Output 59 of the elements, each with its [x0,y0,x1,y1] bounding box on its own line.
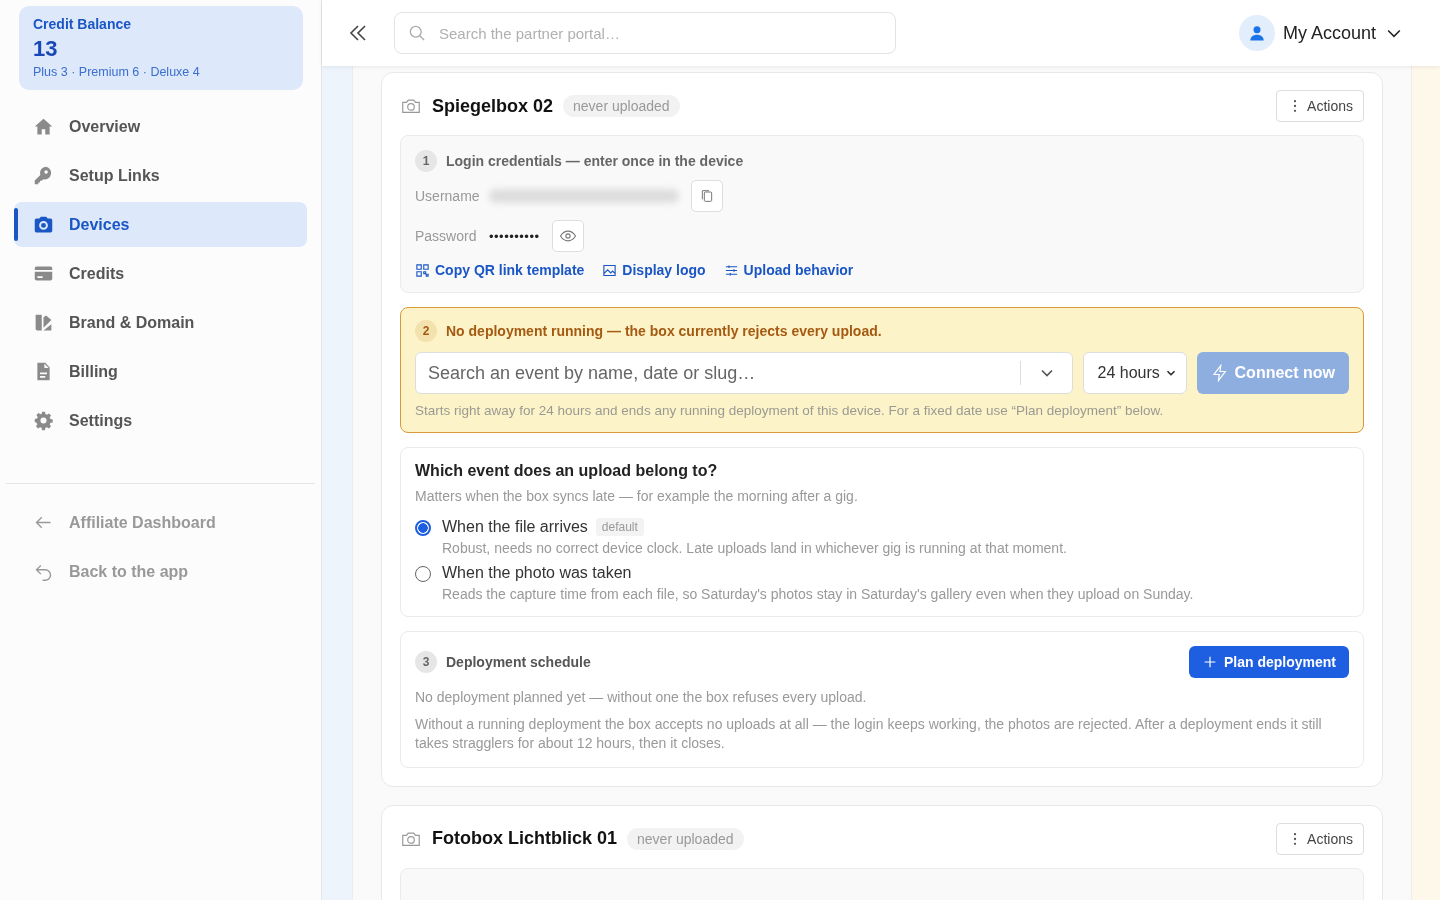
option-description: Reads the capture time from each file, so Saturday's photos stay in Saturday's gallery even when they upload on Sunday. [442,586,1194,602]
nav-item[interactable]: Billing [14,349,307,394]
home-icon [33,116,54,137]
clipboard-icon [699,188,715,204]
search-field[interactable]: Search the partner portal… [394,12,896,54]
panel-link[interactable]: Display logo [602,262,706,278]
section-title: Which event does an upload belong to? [415,462,719,480]
nav-item[interactable]: Settings [14,398,307,443]
nav-item[interactable]: Setup Links [14,153,307,198]
option-label: When the file arrives [442,518,588,536]
credit-value: 13 [33,36,58,62]
nav-item[interactable]: Devices [14,202,307,247]
image-icon [602,262,618,278]
show-password-button[interactable] [551,220,584,252]
schedule-note: Without a running deployment the box accepts no uploads at all — the login keeps working, the photos are rejected. After a deployment ends it still takes stragglers for about 12 hours, then it closes. [415,714,1323,753]
schedule-empty-text: No deployment planned yet — without one the box refuses every upload. [415,688,868,707]
hint-text: Starts right away for 24 hours and ends any running deployment of this device. For a fixed date use “Plan deployment” below. [415,403,1165,418]
panel-link[interactable]: Upload behavior [723,262,854,278]
nav-item[interactable]: Credits [14,251,307,296]
search-icon [407,23,427,43]
radio-button[interactable] [415,520,431,536]
camera-icon [33,214,54,235]
status-badge: never uploaded [563,95,680,117]
nav-item[interactable]: Overview [14,104,307,149]
credit-breakdown: Plus 3 · Premium 6 · Deluxe 4 [33,65,200,79]
lightning-icon [1210,364,1229,382]
default-badge: default [595,518,644,536]
warning-message: No deployment running — the box currently rejects every upload. [446,323,882,339]
device-name: Spiegelbox 02 [432,95,554,117]
device-name: Fotobox Lichtblick 01 [432,828,618,850]
credit-label: Credit Balance [33,16,132,32]
duration-select[interactable]: 24 hours [1082,352,1187,394]
option-description: Robust, needs no correct device clock. Late uploads land in whichever gig is running at that moment. [442,540,1067,556]
more-vertical-icon [1293,831,1298,846]
actions-button[interactable]: Actions [1276,822,1364,855]
more-vertical-icon [1293,99,1298,113]
nav-item[interactable]: Brand & Domain [14,300,307,345]
account-menu-button[interactable]: My Account [1232,14,1410,52]
settings-icon [33,410,54,431]
palette-icon [33,312,54,333]
step-title: Deployment schedule [446,654,591,670]
actions-button[interactable]: Actions [1276,90,1364,122]
qr-code-icon [415,262,430,278]
event-search-field[interactable]: Search an event by name, date or slug… [415,352,1073,394]
key-icon [33,165,54,186]
field-label: Password [415,228,477,244]
plan-deployment-button[interactable]: Plan deployment [1188,646,1349,678]
section-subtitle: Matters when the box syncs late — for example the morning after a gig. [415,488,859,504]
copy-button[interactable] [691,180,723,212]
user-avatar-icon [1238,15,1275,51]
field-label: Username [415,188,477,204]
step-number: 2 [415,320,437,342]
option-label: When the photo was taken [442,564,632,582]
step-number: 1 [415,150,437,172]
step-title: Login credentials — enter once in the device [446,153,744,169]
status-badge: never uploaded [627,827,744,850]
panel-link[interactable]: Copy QR link template [415,262,585,278]
step-number: 3 [415,651,437,673]
password-value: •••••••••• [489,228,540,244]
